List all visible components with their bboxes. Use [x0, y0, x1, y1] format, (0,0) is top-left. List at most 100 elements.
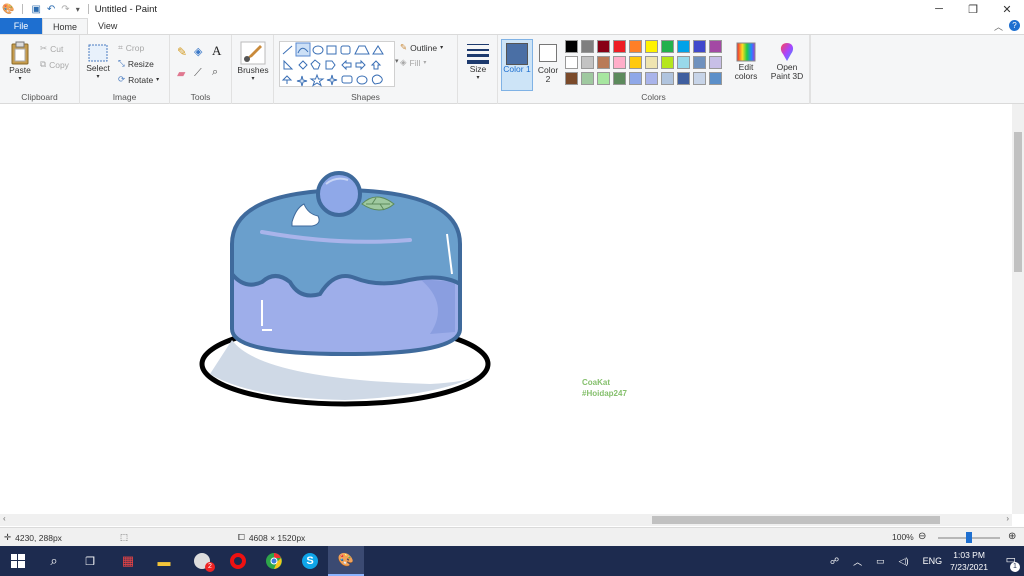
select-dropdown-icon[interactable]: ▾	[96, 73, 99, 80]
color-swatch[interactable]	[709, 56, 722, 69]
color1-button[interactable]: Color 1	[501, 39, 533, 91]
select-button[interactable]: Select ▾	[86, 43, 110, 80]
color-swatch[interactable]	[645, 72, 658, 85]
shapes-gallery[interactable]	[279, 41, 395, 87]
cut-button[interactable]: ✂ Cut	[40, 43, 63, 54]
start-button[interactable]	[0, 546, 36, 576]
crop-button[interactable]: ⌗ Crop	[118, 42, 144, 53]
canvas-area[interactable]: CoaKat #Hoidap247	[0, 104, 1012, 514]
collapse-ribbon-icon[interactable]: ︿	[994, 20, 1003, 33]
color-swatch[interactable]	[661, 40, 674, 53]
color-swatch[interactable]	[661, 56, 674, 69]
color-swatch[interactable]	[597, 56, 610, 69]
color-swatch[interactable]	[597, 72, 610, 85]
drawing-canvas[interactable]	[0, 104, 1012, 514]
zoom-slider-thumb[interactable]	[966, 532, 972, 543]
brushes-button[interactable]: Brushes ▾	[235, 41, 271, 82]
zoom-out-icon[interactable]: ⊖	[918, 531, 926, 542]
minimize-icon[interactable]: ─	[922, 0, 956, 18]
volume-icon[interactable]: ◁)	[899, 556, 909, 567]
size-dropdown-icon[interactable]: ▾	[476, 74, 479, 81]
paste-button[interactable]: Paste ▾	[6, 41, 34, 82]
color-swatch[interactable]	[677, 72, 690, 85]
color-swatch[interactable]	[661, 72, 674, 85]
color-swatch[interactable]	[693, 56, 706, 69]
tab-file[interactable]: File	[0, 18, 42, 34]
color-swatch[interactable]	[581, 40, 594, 53]
help-icon[interactable]: ?	[1009, 20, 1020, 31]
fill-dropdown-icon[interactable]: ▾	[423, 59, 426, 66]
undo-icon[interactable]: ↶	[47, 4, 55, 15]
taskbar-app-store[interactable]: ▦	[110, 546, 146, 576]
color-swatch[interactable]	[565, 56, 578, 69]
language-indicator[interactable]: ENG	[923, 556, 943, 566]
color-swatch[interactable]	[565, 72, 578, 85]
magnifier-icon[interactable]: ⌕	[212, 66, 218, 79]
color-swatch[interactable]	[629, 56, 642, 69]
customize-toolbar-icon[interactable]: ▾	[76, 5, 80, 14]
rotate-button[interactable]: ⟳ Rotate ▾	[118, 74, 159, 85]
copy-button[interactable]: ⧉ Copy	[40, 59, 69, 70]
size-button[interactable]: Size ▾	[463, 42, 493, 81]
taskbar-opera[interactable]	[220, 546, 256, 576]
color-swatch[interactable]	[677, 40, 690, 53]
taskbar-file-explorer[interactable]: ▬	[146, 546, 182, 576]
outline-button[interactable]: ✎ Outline ▾	[400, 42, 443, 53]
brushes-dropdown-icon[interactable]: ▾	[251, 75, 254, 82]
color-swatch[interactable]	[629, 72, 642, 85]
clock[interactable]: 1:03 PM 7/23/2021	[950, 549, 988, 573]
outline-dropdown-icon[interactable]: ▾	[440, 44, 443, 51]
color-swatch[interactable]	[581, 56, 594, 69]
tab-view[interactable]: View	[88, 18, 127, 34]
color-swatch[interactable]	[645, 56, 658, 69]
vertical-scrollbar[interactable]	[1012, 104, 1024, 514]
shapes-scroll-down-icon[interactable]: ▾	[395, 57, 399, 65]
color-swatch[interactable]	[581, 72, 594, 85]
color-swatch[interactable]	[693, 72, 706, 85]
task-view-button[interactable]: ❐	[72, 546, 108, 576]
rotate-dropdown-icon[interactable]: ▾	[156, 76, 159, 83]
color-swatch[interactable]	[597, 40, 610, 53]
eraser-icon[interactable]: ▰	[177, 67, 185, 80]
color-swatch[interactable]	[565, 40, 578, 53]
close-icon[interactable]: ✕	[990, 0, 1024, 18]
color-picker-icon[interactable]: ⟋	[194, 67, 202, 80]
scissors-icon: ✂	[40, 43, 48, 53]
color-swatch[interactable]	[709, 72, 722, 85]
show-hidden-icons-icon[interactable]: ︿	[853, 555, 862, 568]
fill-button[interactable]: ◈ Fill ▾	[400, 57, 426, 68]
color-swatch[interactable]	[613, 40, 626, 53]
text-tool-icon[interactable]: A	[212, 43, 221, 59]
pencil-icon[interactable]: ✎	[177, 45, 187, 59]
color2-button[interactable]: Color 2	[535, 39, 561, 91]
redo-icon[interactable]: ↷	[61, 4, 69, 15]
open-paint3d-button[interactable]: Open Paint 3D	[768, 41, 806, 81]
color-swatch[interactable]	[677, 56, 690, 69]
horizontal-scroll-thumb[interactable]	[652, 516, 940, 524]
resize-button[interactable]: ⤡ Resize	[118, 58, 154, 69]
horizontal-scrollbar[interactable]: ‹ ›	[0, 514, 1012, 526]
color-swatch[interactable]	[709, 40, 722, 53]
paste-dropdown-icon[interactable]: ▾	[18, 75, 21, 82]
taskbar-app-badged[interactable]: 2	[184, 546, 220, 576]
save-icon[interactable]: ▣	[31, 4, 40, 15]
vertical-scroll-thumb[interactable]	[1014, 132, 1022, 272]
taskbar-skype[interactable]: S	[292, 546, 328, 576]
color-swatch[interactable]	[645, 40, 658, 53]
people-icon[interactable]: ☍	[830, 556, 839, 567]
zoom-in-icon[interactable]: ⊕	[1008, 531, 1016, 542]
tab-home[interactable]: Home	[42, 18, 89, 34]
battery-icon[interactable]: ▭	[876, 556, 885, 567]
color-swatch[interactable]	[613, 56, 626, 69]
search-button[interactable]: ⌕	[36, 546, 72, 576]
fill-bucket-icon[interactable]: ◈	[194, 45, 202, 58]
restore-icon[interactable]: ❐	[956, 0, 990, 18]
color-swatch[interactable]	[629, 40, 642, 53]
taskbar-chrome[interactable]	[256, 546, 292, 576]
scroll-left-icon[interactable]: ‹	[3, 514, 6, 523]
color-swatch[interactable]	[693, 40, 706, 53]
color-swatch[interactable]	[613, 72, 626, 85]
taskbar-paint[interactable]: 🎨	[328, 546, 364, 576]
edit-colors-button[interactable]: Edit colors	[731, 41, 761, 81]
scroll-right-icon[interactable]: ›	[1006, 514, 1009, 523]
